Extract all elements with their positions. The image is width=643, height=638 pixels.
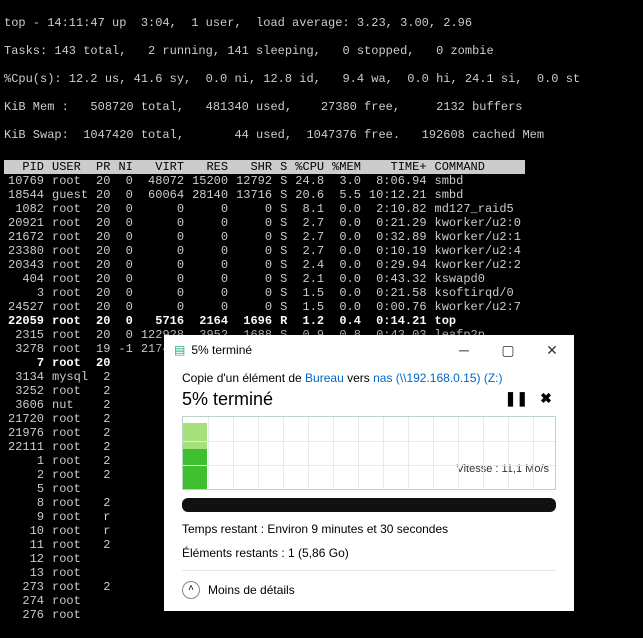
- col-ni: NI: [114, 160, 136, 174]
- col-s: S: [276, 160, 291, 174]
- table-row: 22059root200571621641696R1.20.40:14.21to…: [4, 314, 525, 328]
- redacted-path: [182, 498, 556, 512]
- titlebar[interactable]: ▤ 5% terminé ─ ▢ ✕: [164, 335, 574, 365]
- close-button[interactable]: ✕: [530, 335, 574, 365]
- col-%mem: %MEM: [328, 160, 365, 174]
- maximize-button[interactable]: ▢: [486, 335, 530, 365]
- chevron-up-icon[interactable]: ˄: [182, 581, 200, 599]
- table-row: 23380root200000S2.70.00:10.19kworker/u2:…: [4, 244, 525, 258]
- table-row: 21672root200000S2.70.00:32.89kworker/u2:…: [4, 230, 525, 244]
- table-row: 404root200000S2.10.00:43.32kswapd0: [4, 272, 525, 286]
- source-link[interactable]: Bureau: [305, 371, 344, 385]
- top-summary-5: KiB Swap: 1047420 total, 44 used, 104737…: [4, 128, 639, 142]
- copy-prefix: Copie d'un élément de: [182, 371, 305, 385]
- less-details-link[interactable]: Moins de détails: [208, 583, 295, 597]
- copy-source-dest: Copie d'un élément de Bureau vers nas (\…: [182, 371, 556, 385]
- top-summary-2: Tasks: 143 total, 2 running, 141 sleepin…: [4, 44, 639, 58]
- top-summary-3: %Cpu(s): 12.2 us, 41.6 sy, 0.0 ni, 12.8 …: [4, 72, 639, 86]
- col-%cpu: %CPU: [291, 160, 328, 174]
- copy-mid: vers: [344, 371, 373, 385]
- copy-dialog: ▤ 5% terminé ─ ▢ ✕ Copie d'un élément de…: [164, 335, 574, 611]
- col-shr: SHR: [232, 160, 276, 174]
- col-res: RES: [188, 160, 232, 174]
- speed-current-bar: [183, 449, 207, 489]
- table-row: 24527root200000S1.50.00:00.76kworker/u2:…: [4, 300, 525, 314]
- table-row: 18544guest200600642814013716S20.65.510:1…: [4, 188, 525, 202]
- items-remaining: Éléments restants : 1 (5,86 Go): [182, 546, 556, 560]
- minimize-button[interactable]: ─: [442, 335, 486, 365]
- time-remaining: Temps restant : Environ 9 minutes et 30 …: [182, 522, 556, 536]
- col-pr: PR: [92, 160, 114, 174]
- table-row: 1082root200000S8.10.02:10.82md127_raid5: [4, 202, 525, 216]
- pause-button[interactable]: ❚❚: [505, 390, 525, 407]
- top-summary-1: top - 14:11:47 up 3:04, 1 user, load ave…: [4, 16, 639, 30]
- top-summary-4: KiB Mem : 508720 total, 481340 used, 273…: [4, 100, 639, 114]
- col-time+: TIME+: [365, 160, 431, 174]
- speed-chart: Vitesse : 11,1 Mo/s: [182, 416, 556, 490]
- window-title: 5% terminé: [191, 343, 442, 357]
- table-row: 10769root200480721520012792S24.83.08:06.…: [4, 174, 525, 188]
- dest-link[interactable]: nas (\\192.168.0.15) (Z:): [373, 371, 502, 385]
- table-row: 20343root200000S2.40.00:29.94kworker/u2:…: [4, 258, 525, 272]
- col-virt: VIRT: [137, 160, 188, 174]
- table-row: 20921root200000S2.70.00:21.29kworker/u2:…: [4, 216, 525, 230]
- col-user: USER: [48, 160, 92, 174]
- table-row: 3root200000S1.50.00:21.58ksoftirqd/0: [4, 286, 525, 300]
- copy-progress-icon: ▤: [174, 343, 185, 357]
- col-pid: PID: [4, 160, 48, 174]
- cancel-button[interactable]: ✖: [536, 390, 556, 407]
- col-command: COMMAND: [431, 160, 525, 174]
